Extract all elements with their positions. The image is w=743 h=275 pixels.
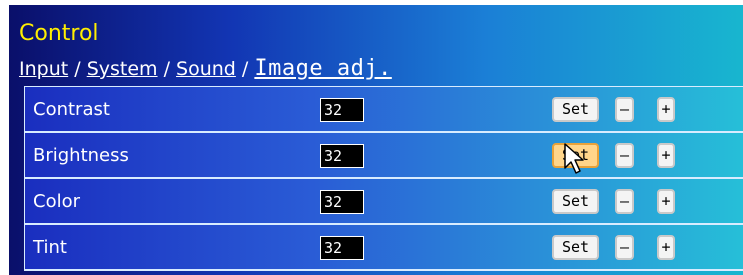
value-field[interactable]: 32 (320, 236, 364, 260)
breadcrumb-image-adj-link[interactable]: Image adj. (254, 56, 391, 81)
breadcrumb-separator: / (235, 58, 255, 80)
row-label: Contrast (33, 99, 110, 120)
decrease-button[interactable]: – (615, 235, 634, 260)
row-label: Tint (33, 237, 67, 258)
breadcrumb-separator: / (68, 58, 87, 80)
breadcrumb: Input / System / Sound / Image adj. (19, 56, 392, 81)
increase-button[interactable]: + (657, 189, 675, 214)
row-label: Color (33, 191, 80, 212)
adjustment-row-contrast: Contrast 32 Set – + (24, 87, 743, 133)
adjustment-row-brightness: Brightness 32 Set – + (24, 133, 743, 179)
row-label: Brightness (33, 145, 129, 166)
page-title: Control (19, 21, 99, 46)
set-button[interactable]: Set (552, 235, 599, 260)
set-button[interactable]: Set (552, 189, 599, 214)
pointer-arrow-icon (564, 143, 584, 174)
decrease-button[interactable]: – (615, 189, 634, 214)
adjustment-row-tint: Tint 32 Set – + (24, 225, 743, 271)
breadcrumb-separator: / (157, 58, 177, 80)
value-field[interactable]: 32 (320, 98, 364, 122)
increase-button[interactable]: + (657, 97, 675, 122)
increase-button[interactable]: + (657, 143, 675, 168)
breadcrumb-sound-link[interactable]: Sound (176, 58, 236, 80)
breadcrumb-input-link[interactable]: Input (19, 58, 68, 80)
value-field[interactable]: 32 (320, 144, 364, 168)
decrease-button[interactable]: – (615, 97, 634, 122)
increase-button[interactable]: + (657, 235, 675, 260)
set-button[interactable]: Set (552, 97, 599, 122)
value-field[interactable]: 32 (320, 190, 364, 214)
adjustment-row-color: Color 32 Set – + (24, 179, 743, 225)
breadcrumb-system-link[interactable]: System (87, 58, 158, 80)
decrease-button[interactable]: – (615, 143, 634, 168)
adjustment-rows: Contrast 32 Set – + Brightness 32 Set – … (24, 86, 743, 271)
